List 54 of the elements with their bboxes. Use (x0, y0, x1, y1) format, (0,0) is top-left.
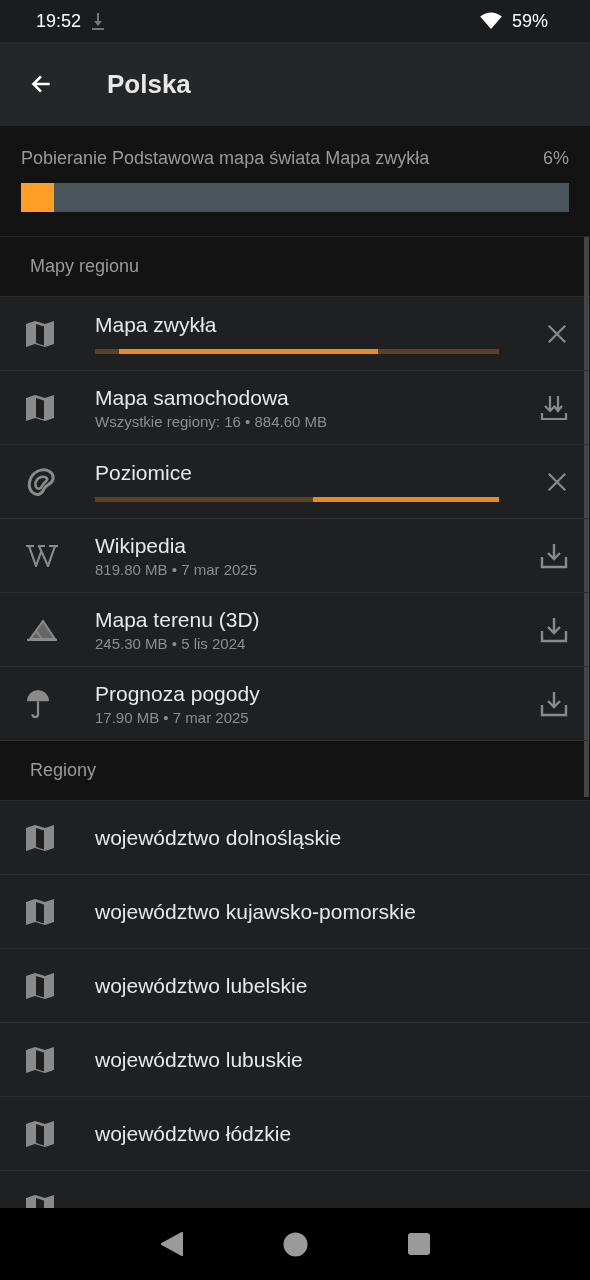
map-icon (26, 898, 54, 925)
back-nav-icon[interactable] (159, 1231, 184, 1257)
map-icon (26, 320, 54, 347)
download-icon (91, 12, 106, 30)
home-icon[interactable] (283, 1231, 309, 1257)
umbrella-icon (26, 688, 50, 719)
item-title: województwo łódzkie (95, 1121, 293, 1146)
wikipedia-icon (26, 544, 58, 567)
item-title: Wikipedia (95, 533, 188, 558)
map-icon (26, 1120, 54, 1147)
list-item[interactable]: województwo kujawsko-pomorskie (0, 875, 590, 949)
list-item[interactable]: Wikipedia 819.80 MB • 7 mar 2025 (0, 519, 590, 593)
map-icon (26, 972, 54, 999)
page-title: Polska (107, 68, 191, 100)
map-icon (26, 394, 54, 421)
list-item[interactable]: województwo lubuskie (0, 1023, 590, 1097)
list-item[interactable]: województwo dolnośląskie (0, 801, 590, 875)
battery-level: 59% (511, 10, 548, 32)
mountains-icon (26, 618, 58, 641)
item-title: województwo lubuskie (95, 1047, 304, 1072)
download-status: Pobieranie Podstawowa mapa świata Mapa zwykła (21, 148, 430, 169)
section-header: Regiony (30, 760, 97, 781)
download-all-button[interactable] (540, 394, 568, 421)
item-details: 17.90 MB • 7 mar 2025 (95, 708, 250, 726)
section-header: Mapy regionu (30, 256, 140, 277)
download-button[interactable] (540, 542, 568, 569)
clock: 19:52 (36, 10, 82, 32)
item-title: Mapa samochodowa (95, 385, 290, 410)
list-item[interactable]: województwo lubelskie (0, 949, 590, 1023)
wifi-icon (479, 12, 502, 30)
download-percent: 6% (543, 148, 569, 169)
item-details: 819.80 MB • 7 mar 2025 (95, 560, 258, 578)
item-title: Mapa terenu (3D) (95, 607, 261, 632)
item-title: Poziomice (95, 461, 193, 485)
item-details: Wszystkie regiony: 16 • 884.60 MB (95, 412, 329, 430)
map-icon (26, 1046, 54, 1073)
item-title: województwo dolnośląskie (95, 825, 343, 850)
item-title: województwo lubelskie (95, 973, 309, 998)
list-item[interactable]: Mapa samochodowa Wszystkie regiony: 16 • 884.60 MB (0, 371, 590, 445)
download-button[interactable] (540, 616, 568, 643)
item-title: Mapa zwykła (95, 313, 218, 337)
contour-icon (26, 466, 56, 497)
item-title: Prognoza pogody (95, 681, 261, 706)
list-item[interactable]: Mapa zwykła (0, 297, 590, 371)
list-item[interactable]: Poziomice (0, 445, 590, 519)
list-item[interactable]: Mapa terenu (3D) 245.30 MB • 5 lis 2024 (0, 593, 590, 667)
download-button[interactable] (540, 690, 568, 717)
item-title: województwo kujawsko-pomorskie (95, 899, 417, 924)
close-button[interactable] (546, 470, 568, 493)
list-item[interactable]: województwo łódzkie (0, 1097, 590, 1171)
close-button[interactable] (546, 322, 568, 345)
map-icon (26, 824, 54, 851)
recents-icon[interactable] (408, 1233, 431, 1255)
item-details: 245.30 MB • 5 lis 2024 (95, 634, 247, 652)
